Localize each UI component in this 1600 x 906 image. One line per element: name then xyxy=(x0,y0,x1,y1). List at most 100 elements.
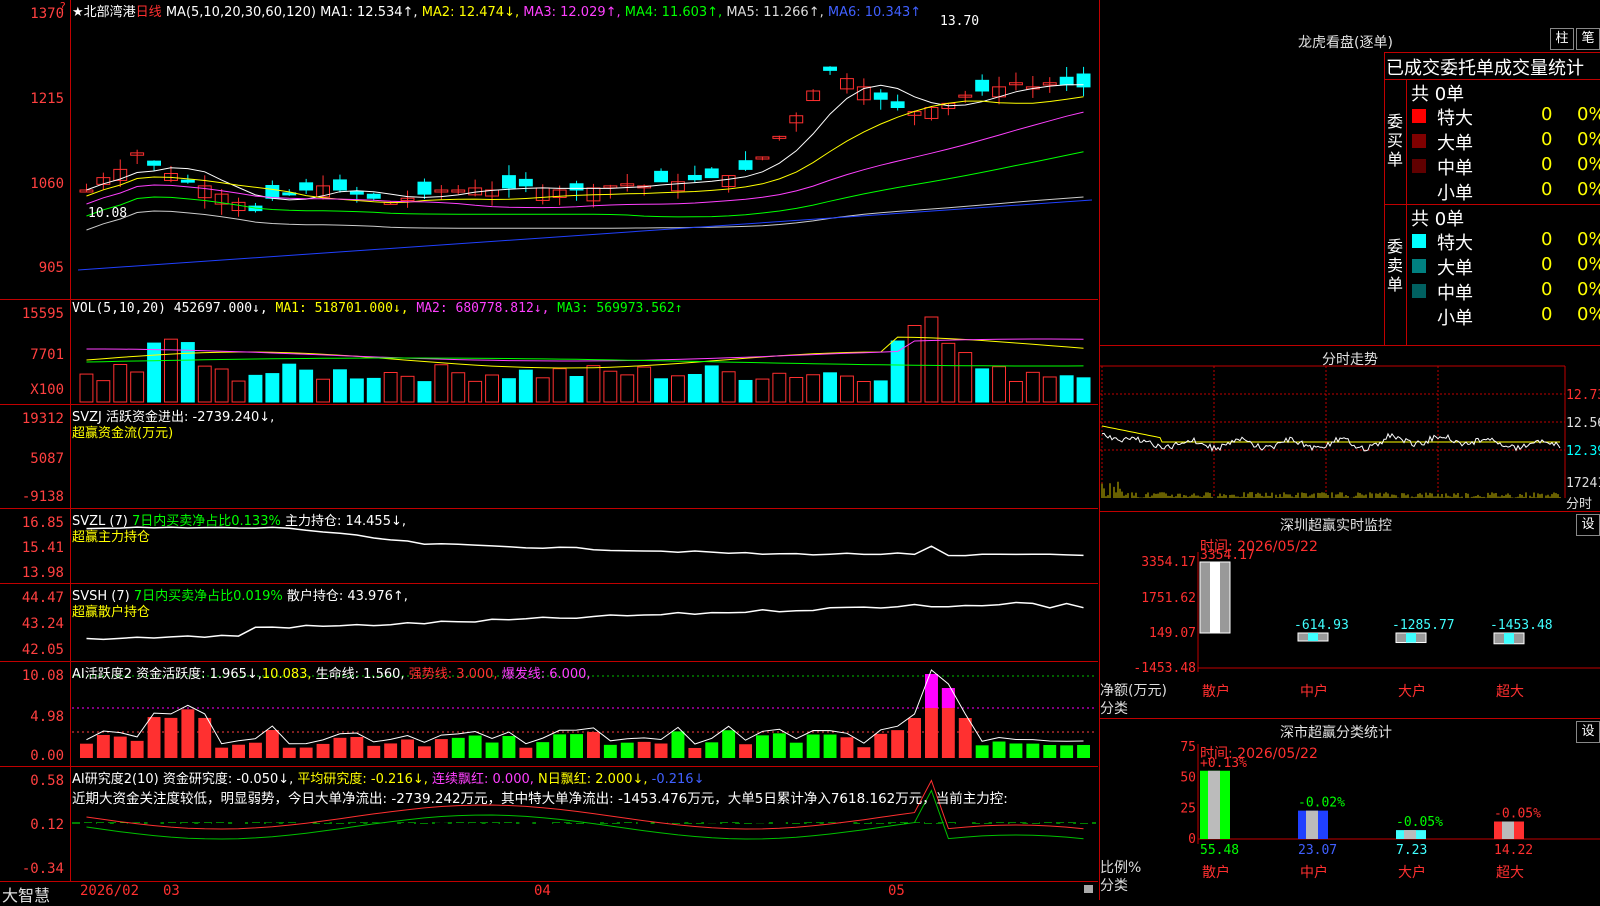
bottom-bar: 大智慧 2026/02 03 04 05 xyxy=(0,881,1098,905)
flow-bar xyxy=(320,463,327,465)
order-row: 特大 0 0% xyxy=(1407,229,1600,254)
activity-bar xyxy=(1043,745,1057,758)
svzj-panel[interactable]: 19312 5087 -9138 SVZJ 活跃资金进出: -2739.240↓… xyxy=(0,405,1098,509)
bar-view-button[interactable]: 柱 xyxy=(1550,28,1574,50)
flow-bar xyxy=(489,465,496,472)
volume-bar xyxy=(569,376,584,403)
ma5-value: MA5: 11.266↑, xyxy=(726,5,824,20)
intraday-panel[interactable]: 分时走势 12.73 12.56 12.39 17241 分时 xyxy=(1099,346,1600,512)
activity-bar xyxy=(671,731,685,758)
tick-view-button[interactable]: 笔 xyxy=(1576,28,1600,50)
order-type: 特大 xyxy=(1437,233,1473,254)
lock-icon[interactable] xyxy=(1084,885,1093,893)
category-label: 大户 xyxy=(1398,864,1426,881)
buy-rows: 特大 0 0% 大单 0 0% 中单 0 0% 小单 0 0% xyxy=(1407,104,1600,204)
activity-bar xyxy=(620,742,634,758)
ai-research-panel[interactable]: 0.58 0.12 -0.34 AI研究度2(10) 资金研究度: -0.050… xyxy=(0,767,1098,881)
flow-bar xyxy=(607,465,614,467)
candle-body xyxy=(873,92,888,100)
volume-bar xyxy=(231,380,246,403)
ratio-value-label: 14.22 xyxy=(1494,843,1533,858)
activity-bar xyxy=(772,733,786,758)
flow-bar xyxy=(1012,440,1019,465)
research-bar xyxy=(232,821,245,825)
longhu-panel: 龙虎看盘(逐单) 柱 笔 已成交委托单成交量统计 委买单 委卖单 共 0单 特大… xyxy=(1099,0,1600,346)
period-label[interactable]: 日线 xyxy=(136,5,162,20)
swatch-icon xyxy=(1412,134,1426,148)
research-bar xyxy=(181,823,195,829)
flow-bar xyxy=(370,465,377,467)
ratio-bar-highlight xyxy=(1306,810,1318,839)
flow-bar xyxy=(303,458,310,465)
activity-bar xyxy=(536,742,550,758)
ai-active-header: AI活跃度2 资金活跃度: 1.965↓,10.083, 生命线: 1.560,… xyxy=(72,663,591,682)
volume-bar xyxy=(485,374,500,403)
date-label: 04 xyxy=(534,883,551,899)
svsh-panel[interactable]: 44.47 43.24 42.05 SVSH (7) 7日内买卖净占比0.019… xyxy=(0,584,1098,662)
volume-bar xyxy=(552,368,567,403)
activity-bar xyxy=(1009,743,1023,758)
volume-bar xyxy=(738,379,753,403)
ai-research-header: AI研究度2(10) 资金研究度: -0.050↓, 平均研究度: -0.216… xyxy=(72,768,704,787)
research-bar xyxy=(401,823,414,828)
vol-ma3-line xyxy=(86,357,1084,367)
ratio-value-label: 23.07 xyxy=(1298,843,1337,858)
volume-bar xyxy=(941,342,956,403)
flow-bar xyxy=(83,458,90,465)
svzl-panel[interactable]: 16.85 15.41 13.98 SVZL (7) 7日内买卖净占比0.133… xyxy=(0,509,1098,584)
volume-bar xyxy=(958,352,973,403)
vol-label: VOL(5,10,20) xyxy=(72,301,166,316)
net-bar-highlight xyxy=(1210,562,1220,633)
volume-bar xyxy=(924,316,939,403)
activity-bar xyxy=(401,739,414,758)
research-bar xyxy=(519,821,533,825)
candle-body xyxy=(265,185,280,199)
order-type: 中单 xyxy=(1437,283,1473,304)
classify-panel[interactable]: 深市超赢分类统计 设 时间: 2026/05/22 75 50 25 0 +0.13% 5… xyxy=(1099,719,1600,900)
monitor-panel[interactable]: 深圳超赢实时监控 设 时间: 2026/05/22 3354.17 1751.62… xyxy=(1099,512,1600,719)
ai-research-label: AI研究度2(10) xyxy=(72,772,159,787)
research-bar xyxy=(756,820,769,824)
activity-bar xyxy=(468,735,482,758)
research-bar xyxy=(485,823,499,829)
flow-bar xyxy=(556,451,563,465)
ai-active-panel[interactable]: 10.08 4.98 0.00 AI活跃度2 资金活跃度: 1.965↓,10.… xyxy=(0,662,1098,767)
volume-panel[interactable]: 15595 7701 X100 VOL(5,10,20) 452697.000↓… xyxy=(0,300,1098,405)
stats-tabs[interactable]: 已成交委托单成交量统计 xyxy=(1386,54,1584,80)
intraday-tick: 12.73 xyxy=(1566,388,1600,403)
net-amount-chart: 3354.17 1751.62 149.07 -1453.48 3354.17 散户 -61… xyxy=(1133,548,1600,700)
ai-active-label: AI活跃度2 xyxy=(72,667,132,682)
classify-axis-tick: 75 xyxy=(1180,740,1196,755)
activity-bar xyxy=(806,734,820,758)
volume-bar xyxy=(856,381,871,403)
candle-body xyxy=(823,66,837,71)
price-panel[interactable]: 1370 1215 1060 905 ? ★北部湾港日线 MA(5,10,20,… xyxy=(0,0,1098,300)
activity-bar xyxy=(603,744,617,758)
volume-bar xyxy=(654,378,668,403)
order-type: 中单 xyxy=(1437,158,1473,179)
volume-bar xyxy=(164,338,178,403)
monitor-axis-tick: 149.07 xyxy=(1149,626,1196,641)
volume-bar xyxy=(637,366,652,403)
star-icon[interactable]: ★ xyxy=(72,5,84,20)
volume-bar xyxy=(586,365,601,403)
volume-bar xyxy=(366,377,381,403)
flow-bar xyxy=(945,465,952,490)
ratio-change-label: -0.02% xyxy=(1298,796,1345,811)
low-mark: 10.08 xyxy=(88,206,128,221)
candle-body xyxy=(502,175,516,189)
ma6-line xyxy=(77,199,1093,271)
research-bar xyxy=(265,822,279,826)
volume-bar xyxy=(451,372,466,403)
flow-bar xyxy=(151,453,158,465)
flow-bar xyxy=(742,463,749,465)
activity-bar xyxy=(756,735,769,758)
order-row: 大单 0 0% xyxy=(1407,254,1600,279)
svzl-subtitle: 超赢主力持仓 xyxy=(72,530,151,545)
research-bar xyxy=(908,823,921,829)
activity-bar xyxy=(367,745,381,758)
volume-bar xyxy=(789,376,804,403)
research-bar xyxy=(80,823,93,826)
activity-bar xyxy=(891,730,905,758)
volume-bar xyxy=(840,375,854,403)
